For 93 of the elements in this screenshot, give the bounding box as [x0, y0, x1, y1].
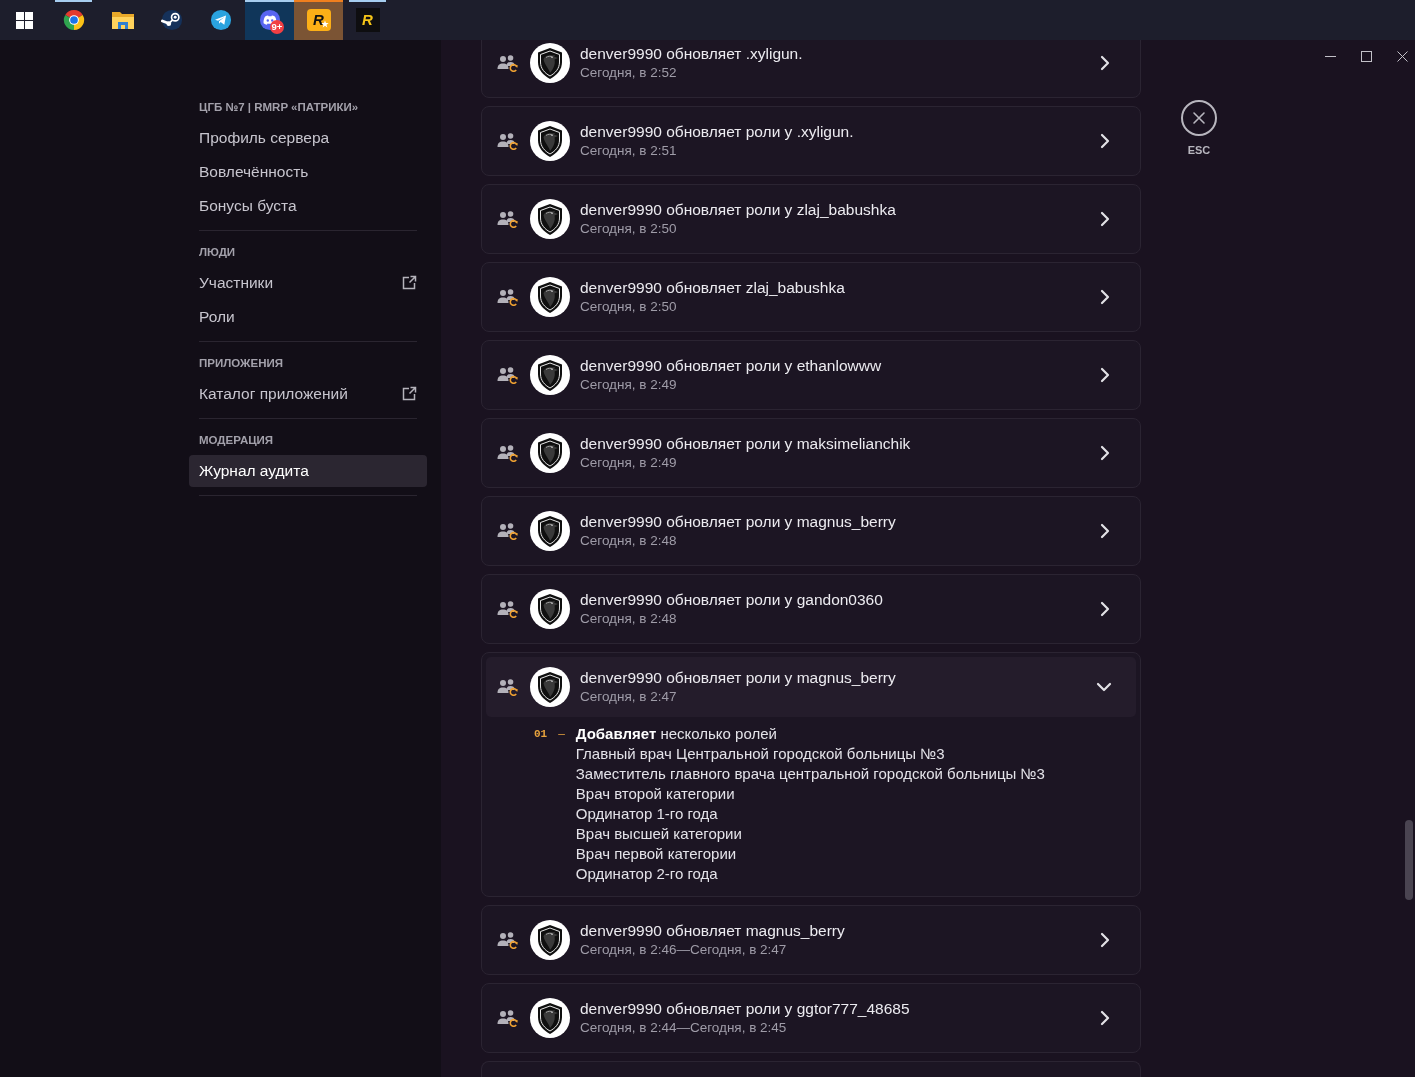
shield-avatar-icon: [530, 433, 570, 473]
entry-title: denver9990 обновляет роли у ggtor777_48685: [580, 999, 910, 1019]
change-number: 01: [534, 727, 548, 742]
entry-header[interactable]: denver9990 обновляет роли у magnus_berry Сегодня, в 2:47: [486, 657, 1136, 717]
folder-icon: [110, 10, 135, 30]
entry-time: Сегодня, в 2:44—Сегодня, в 2:45: [580, 1019, 787, 1037]
entry-card[interactable]: denver9990 обновляет роли у gandon0360 Сегодня, в 2:48: [481, 574, 1141, 644]
people-refresh-icon: [497, 54, 519, 72]
sidebar-item[interactable]: Вовлечённость: [189, 156, 427, 188]
role-name: Ординатор 2-го года: [575, 864, 718, 884]
sidebar-item[interactable]: Участники: [189, 267, 427, 299]
change-dash: —: [558, 727, 565, 742]
role-name: Главный врач Центральной городской больницы №3: [575, 744, 945, 764]
taskbar-button[interactable]: 9+: [245, 0, 294, 40]
shield-avatar-icon: [530, 199, 570, 239]
role-name: Врач первой категории: [575, 844, 737, 864]
people-refresh-icon: [497, 210, 519, 228]
section-header: МОДЕРАЦИЯ: [199, 433, 275, 448]
section-header: ПРИЛОЖЕНИЯ: [199, 356, 284, 371]
entry-time: Сегодня, в 2:52: [580, 64, 677, 82]
shield-avatar-icon: [530, 589, 570, 629]
entry-time: Сегодня, в 2:49: [580, 376, 677, 394]
entry-card[interactable]: denver9990 обновляет zlaj_babushka Сегодня, в 2:50: [481, 262, 1141, 332]
piston-logo-icon: [160, 9, 183, 31]
color-wheel-icon: [62, 9, 85, 31]
entry-time: Сегодня, в 2:47: [580, 688, 677, 706]
tile-letter: R: [362, 12, 373, 28]
shield-avatar-icon: [530, 920, 570, 960]
taskbar-button[interactable]: R: [294, 0, 343, 40]
people-refresh-icon: [497, 522, 519, 540]
people-refresh-icon: [497, 678, 519, 696]
role-name: Врач второй категории: [575, 784, 735, 804]
change-summary: Добавляет несколько ролей: [575, 724, 777, 744]
entry-card[interactable]: denver9990 обновляет роли у maksimelianchik Сегодня, в 2:49: [481, 418, 1141, 488]
entry-title: denver9990 обновляет роли у maksimelianchik: [580, 434, 911, 454]
tile-letter: R: [313, 12, 324, 28]
entry-time: Сегодня, в 2:46—Сегодня, в 2:47: [580, 941, 787, 959]
entry-time: Сегодня, в 2:51: [580, 142, 677, 160]
paper-plane-icon: [209, 9, 232, 31]
entry-card[interactable]: denver9990 обновляет роли у ggtor777_48685 Сегодня, в 2:44—Сегодня, в 2:45: [481, 983, 1141, 1053]
role-name: Ординатор 1-го года: [575, 804, 718, 824]
entry-card[interactable]: denver9990 обновляет роли у .xyligun. Сегодня, в 2:51: [481, 106, 1141, 176]
entry-time: Сегодня, в 2:48: [580, 532, 677, 550]
entry-title: denver9990 обновляет роли у .xyligun.: [580, 122, 854, 142]
sidebar-item[interactable]: Роли: [189, 301, 427, 333]
entry-card[interactable]: denver9990 обновляет роли у ethanlowww Сегодня, в 2:49: [481, 340, 1141, 410]
people-refresh-icon: [497, 444, 519, 462]
entry-time: Сегодня, в 2:49: [580, 454, 677, 472]
section-header: ЦГБ №7 | RMRP «ПАТРИКИ»: [199, 100, 360, 115]
people-refresh-icon: [497, 288, 519, 306]
shield-avatar-icon: [530, 277, 570, 317]
sidebar-item[interactable]: Каталог приложений: [189, 378, 427, 410]
entry-title: denver9990 обновляет magnus_berry: [580, 921, 845, 941]
role-name: Врач высшей категории: [575, 824, 742, 844]
people-refresh-icon: [497, 600, 519, 618]
scrollbar-thumb[interactable]: [1405, 820, 1413, 900]
entry-title: denver9990 обновляет zlaj_babushka: [580, 278, 845, 298]
entry-title: denver9990 обновляет роли у magnus_berry: [580, 512, 896, 532]
close-icon: [1192, 111, 1206, 125]
notification-badge: 9+: [270, 20, 284, 34]
four-squares-icon: [16, 11, 33, 29]
maximize-icon: [1360, 50, 1372, 62]
shield-avatar-icon: [530, 998, 570, 1038]
shield-avatar-icon: [530, 511, 570, 551]
entry-time: Сегодня, в 2:50: [580, 220, 677, 238]
entry-card[interactable]: denver9990 обновляет .xyligun. Сегодня, в 2:52: [481, 40, 1141, 98]
entry-time: Сегодня, в 2:50: [580, 298, 677, 316]
close-icon: [1396, 50, 1408, 62]
taskbar-button[interactable]: R: [343, 0, 392, 40]
entry-title: denver9990 обновляет роли у zlaj_babushka: [580, 200, 896, 220]
section-header: ЛЮДИ: [199, 245, 237, 260]
close-button[interactable]: [1181, 100, 1217, 136]
people-refresh-icon: [497, 132, 519, 150]
shield-avatar-icon: [530, 121, 570, 161]
entry-title: denver9990 обновляет .xyligun.: [580, 44, 803, 64]
entry-card[interactable]: denver9990 обновляет роли у magnus_berry Сегодня, в 2:48: [481, 496, 1141, 566]
entry-title: denver9990 обновляет роли у ethanlowww: [580, 356, 882, 376]
sidebar-item[interactable]: Профиль сервера: [189, 122, 427, 154]
entry-card[interactable]: denver9990 обновляет magnus_berry Сегодня, в 2:46—Сегодня, в 2:47: [481, 905, 1141, 975]
people-refresh-icon: [497, 1009, 519, 1027]
shield-avatar-icon: [530, 43, 570, 83]
entry-title: denver9990 обновляет роли у magnus_berry: [580, 668, 896, 688]
role-name: Заместитель главного врача центральной городской больницы №3: [575, 764, 1045, 784]
people-refresh-icon: [497, 366, 519, 384]
entry-title: denver9990 обновляет роли у gandon0360: [580, 590, 883, 610]
entry-card[interactable]: denver9990 обновляет роли у zlaj_babushka Сегодня, в 2:50: [481, 184, 1141, 254]
people-refresh-icon: [497, 931, 519, 949]
entry-time: Сегодня, в 2:48: [580, 610, 677, 628]
sidebar-item[interactable]: Журнал аудита: [189, 455, 427, 487]
sidebar-item[interactable]: Бонусы буста: [189, 190, 427, 222]
shield-avatar-icon: [530, 355, 570, 395]
shield-avatar-icon: [530, 667, 570, 707]
esc-hint: ESC: [1187, 143, 1211, 157]
